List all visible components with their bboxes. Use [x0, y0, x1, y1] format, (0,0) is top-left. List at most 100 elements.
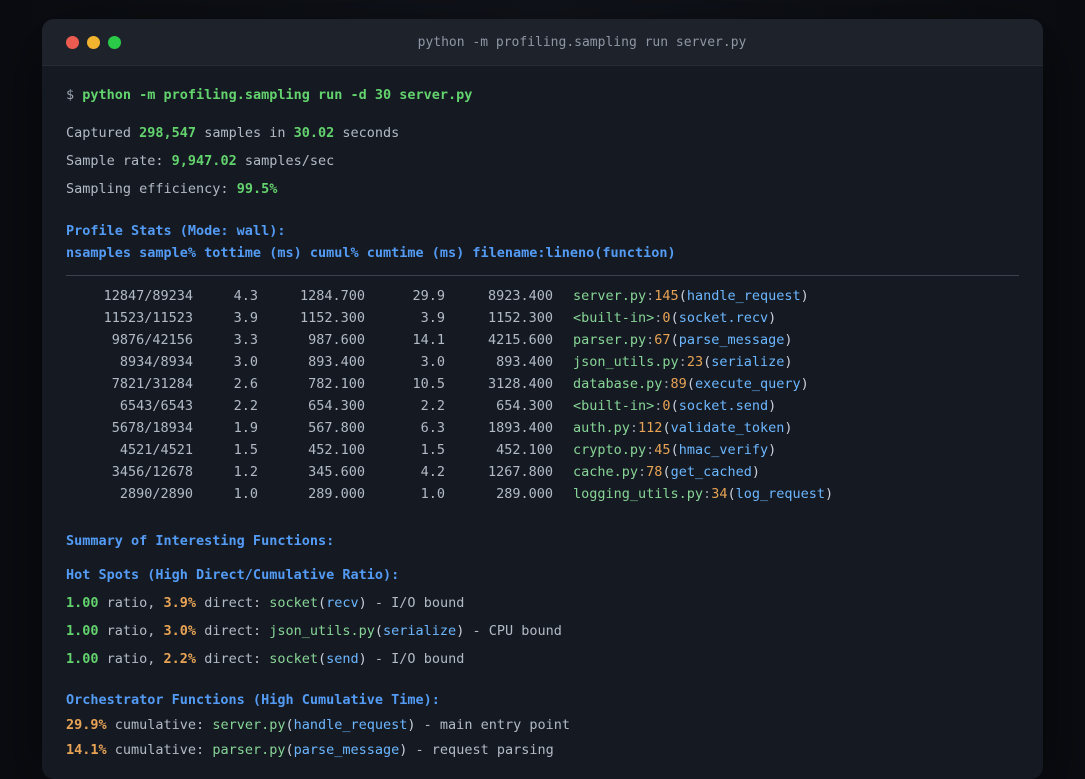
- cumtime-cell: 1152.300: [487, 310, 553, 326]
- sample-pct-cell: 3.9: [233, 310, 258, 326]
- cumtime-cell: 1267.800: [487, 464, 553, 480]
- close-button[interactable]: [66, 35, 79, 49]
- function-name: log_request: [735, 486, 825, 502]
- sample-pct-cell: 3.3: [233, 332, 258, 348]
- function-name: socket.recv: [678, 310, 769, 326]
- sample-rate-line: Sample rate: 9,947.02 samples/sec: [66, 150, 1019, 172]
- efficiency-label: Sampling efficiency:: [66, 181, 237, 197]
- sample-pct-cell: 2.6: [233, 376, 258, 392]
- terminal-window: python -m profiling.sampling run server.…: [42, 19, 1043, 779]
- filename: <built-in>: [573, 310, 655, 326]
- profile-table: 12847/89234 4.3 1284.700 29.9 8923.400 server…: [66, 285, 1019, 505]
- function-cell: parser.py:67(parse_message): [573, 332, 793, 348]
- function-cell: database.py:89(execute_query): [573, 376, 809, 392]
- table-row: 12847/89234 4.3 1284.700 29.9 8923.400 server…: [66, 285, 1019, 307]
- cumtime-cell: 452.100: [496, 442, 553, 458]
- maximize-button[interactable]: [108, 35, 121, 49]
- target-name: server.py: [212, 717, 286, 733]
- direct-pct-value: 3.0%: [163, 623, 197, 639]
- bound-note: - I/O bound: [366, 651, 465, 667]
- minimize-button[interactable]: [87, 35, 100, 49]
- filename: <built-in>: [573, 398, 655, 414]
- sample-rate-value: 9,947.02: [171, 153, 237, 169]
- table-divider: [66, 275, 1019, 276]
- line-number: 67: [654, 332, 671, 348]
- cumulative-pct-value: 14.1%: [66, 742, 107, 758]
- orchestrator-heading: Orchestrator Functions (High Cumulative …: [66, 692, 440, 708]
- hot-spots-list: 1.00 ratio, 3.9% direct: socket(recv) - …: [66, 592, 1019, 670]
- function-name: get_cached: [670, 464, 752, 480]
- nsamples-cell: 6543/6543: [119, 398, 193, 414]
- prompt-symbol: $: [66, 87, 83, 103]
- table-row: 4521/4521 1.5 452.100 1.5 452.100 crypto.py:4…: [66, 439, 1019, 461]
- table-row: 5678/18934 1.9 567.800 6.3 1893.400 auth.py:1…: [66, 417, 1019, 439]
- profile-stats-heading: Profile Stats (Mode: wall):: [66, 223, 286, 239]
- tottime-cell: 1284.700: [299, 288, 365, 304]
- sample-pct-cell: 2.2: [233, 398, 258, 414]
- table-row: 11523/11523 3.9 1152.300 3.9 1152.300 <built-…: [66, 307, 1019, 329]
- command-line: $ python -m profiling.sampling run -d 30…: [66, 84, 1019, 106]
- function-name: hmac_verify: [678, 442, 769, 458]
- nsamples-cell: 11523/11523: [103, 310, 193, 326]
- function-name: socket.send: [678, 398, 769, 414]
- target-name: json_utils.py: [269, 623, 375, 639]
- sample-pct-cell: 1.2: [233, 464, 258, 480]
- sample-pct-cell: 1.9: [233, 420, 258, 436]
- captured-suffix: seconds: [334, 125, 400, 141]
- filename: parser.py: [573, 332, 647, 348]
- bound-note: - CPU bound: [464, 623, 562, 639]
- function-cell: <built-in>:0(socket.recv): [573, 310, 777, 326]
- tottime-cell: 1152.300: [299, 310, 365, 326]
- tottime-cell: 987.600: [308, 332, 365, 348]
- cumul-pct-cell: 29.9: [412, 288, 445, 304]
- table-row: 9876/42156 3.3 987.600 14.1 4215.600 parser.p…: [66, 329, 1019, 351]
- tottime-cell: 654.300: [308, 398, 365, 414]
- command-text: python -m profiling.sampling run -d 30 s…: [82, 87, 473, 103]
- cumul-pct-cell: 3.0: [420, 354, 445, 370]
- captured-samples-value: 298,547: [139, 125, 197, 141]
- cumtime-cell: 4215.600: [487, 332, 553, 348]
- cumtime-cell: 654.300: [496, 398, 553, 414]
- target-name: socket: [269, 595, 318, 611]
- tottime-cell: 289.000: [308, 486, 365, 502]
- line-number: 23: [686, 354, 704, 370]
- cumul-pct-cell: 14.1: [412, 332, 445, 348]
- filename: json_utils.py: [573, 354, 679, 370]
- filename: server.py: [573, 288, 647, 304]
- tottime-cell: 893.400: [308, 354, 365, 370]
- terminal-content[interactable]: $ python -m profiling.sampling run -d 30…: [42, 66, 1043, 761]
- function-name: handle_request: [686, 288, 801, 304]
- function-name: recv: [326, 595, 359, 611]
- tottime-cell: 452.100: [308, 442, 365, 458]
- efficiency-value: 99.5%: [236, 181, 278, 197]
- cumul-pct-cell: 10.5: [412, 376, 445, 392]
- tottime-cell: 345.600: [308, 464, 365, 480]
- bound-note: - I/O bound: [366, 595, 465, 611]
- table-columns-heading: nsamples sample% tottime (ms) cumul% cum…: [66, 245, 676, 261]
- summary-heading: Summary of Interesting Functions:: [66, 533, 335, 549]
- target-name: parser.py: [212, 742, 286, 758]
- efficiency-line: Sampling efficiency: 99.5%: [66, 178, 1019, 200]
- hot-spot-row: 1.00 ratio, 3.0% direct: json_utils.py(s…: [66, 623, 562, 639]
- function-cell: crypto.py:45(hmac_verify): [573, 442, 777, 458]
- cumulative-pct-value: 29.9%: [66, 717, 107, 733]
- function-cell: cache.py:78(get_cached): [573, 464, 760, 480]
- ratio-value: 1.00: [66, 595, 99, 611]
- table-row: 3456/12678 1.2 345.600 4.2 1267.800 cache.py:…: [66, 461, 1019, 483]
- cumtime-cell: 893.400: [496, 354, 553, 370]
- cumtime-cell: 289.000: [496, 486, 553, 502]
- role-note: - main entry point: [415, 717, 570, 733]
- function-name: validate_token: [670, 420, 785, 436]
- nsamples-cell: 5678/18934: [111, 420, 193, 436]
- captured-seconds-value: 30.02: [293, 125, 335, 141]
- function-name: send: [326, 651, 359, 667]
- ratio-value: 1.00: [66, 623, 99, 639]
- function-cell: server.py:145(handle_request): [573, 288, 809, 304]
- function-name: parse_message: [293, 742, 400, 758]
- direct-pct-value: 3.9%: [163, 595, 197, 611]
- filename: crypto.py: [573, 442, 647, 458]
- filename: auth.py: [573, 420, 630, 436]
- line-number: 145: [654, 288, 679, 304]
- cumul-pct-cell: 1.0: [420, 486, 445, 502]
- target-name: socket: [269, 651, 318, 667]
